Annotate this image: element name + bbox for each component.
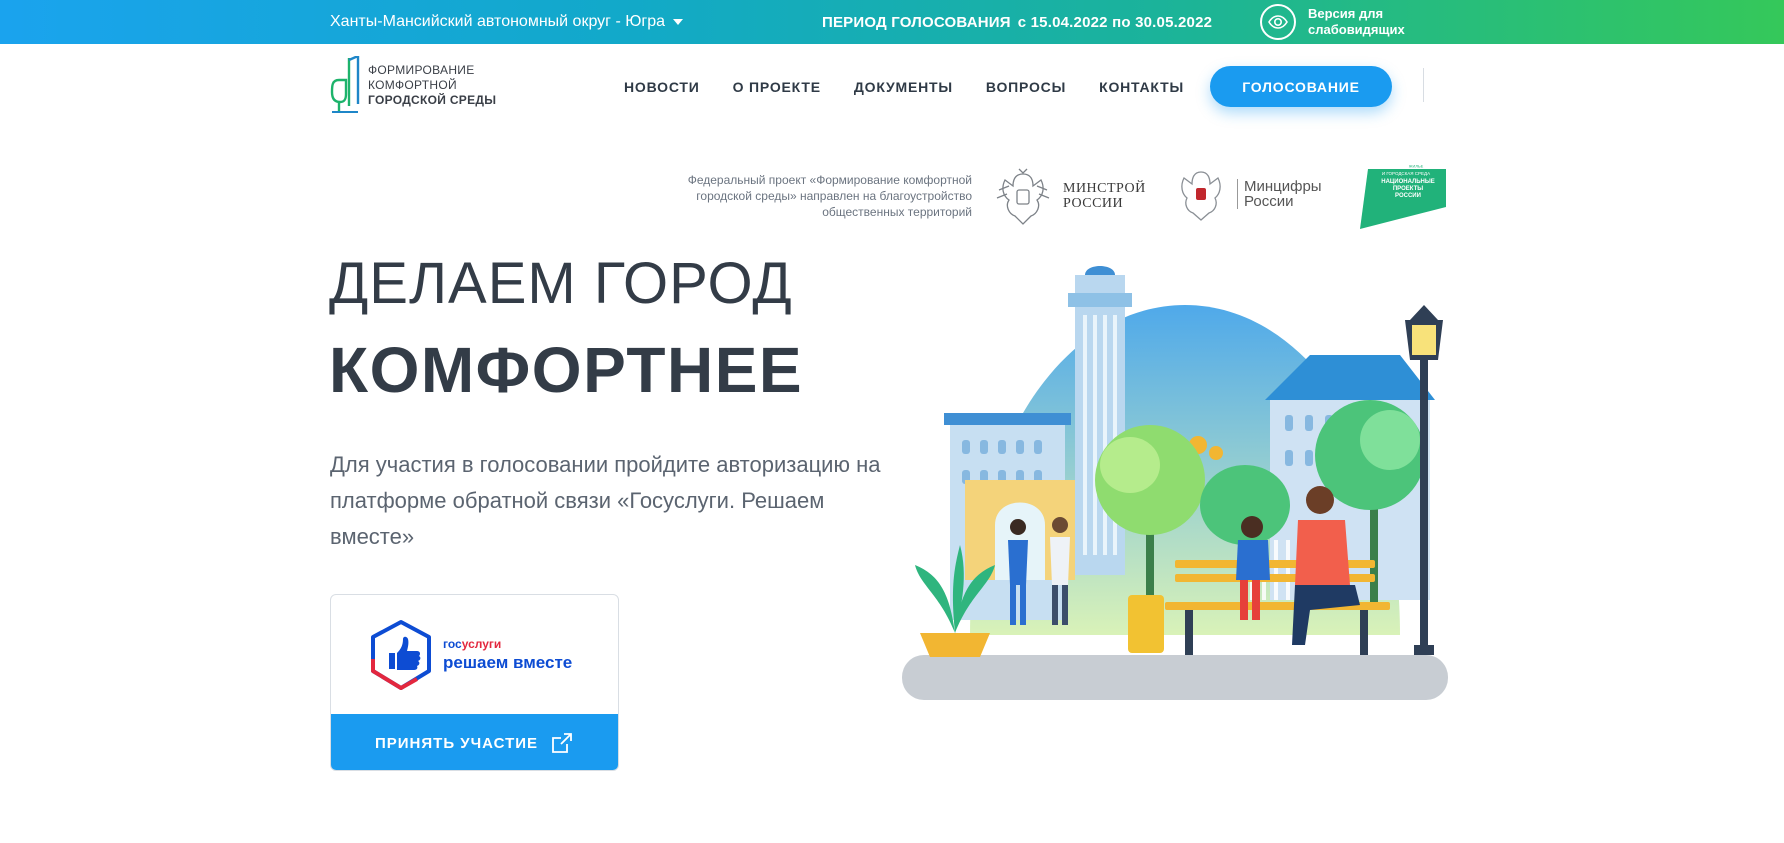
nav-item-questions[interactable]: ВОПРОСЫ — [986, 79, 1066, 95]
accessibility-label-line1: Версия для — [1308, 6, 1384, 21]
gosuslugi-tagline: решаем вместе — [443, 653, 573, 672]
coat-of-arms-icon — [996, 168, 1050, 225]
mincifry-line-1: Минцифры — [1244, 178, 1322, 195]
gosuslugi-brand-part2: услуги — [461, 637, 502, 651]
hero-title-line2: КОМФОРТНЕЕ — [329, 334, 804, 406]
gosuslugi-brand-part1: гос — [443, 637, 462, 651]
mincifry-logo[interactable]: Минцифры России — [1175, 166, 1322, 222]
accessibility-label-line2: слабовидящих — [1308, 22, 1405, 37]
minstroy-label: МИНСТРОЙ РОССИИ — [1063, 181, 1146, 211]
hero-description: Для участия в голосовании пройдите автор… — [330, 452, 881, 549]
gosuslugi-brand: госуслуги — [443, 637, 501, 651]
site-header: ФОРМИРОВАНИЕ КОМФОРТНОЙ ГОРОДСКОЙ СРЕДЫ … — [0, 44, 1784, 129]
federal-project-description: Федеральный проект «Формирование комфорт… — [687, 173, 972, 219]
participate-button-label: ПРИНЯТЬ УЧАСТИЕ — [374, 734, 539, 752]
nav-item-news[interactable]: НОВОСТИ — [624, 79, 700, 95]
minstroy-logo[interactable]: МИНСТРОЙ РОССИИ — [995, 166, 1146, 226]
header-divider — [1423, 68, 1424, 102]
np-line-4: ПРОЕКТЫ — [1393, 186, 1423, 192]
chevron-down-icon — [673, 19, 684, 25]
mincifry-line-2: России — [1244, 193, 1294, 210]
minstroy-line-1: МИНСТРОЙ — [1063, 181, 1146, 196]
thumbs-up-icon — [371, 620, 431, 690]
logo-line-1: ФОРМИРОВАНИЕ — [368, 62, 475, 77]
np-line-3: НАЦИОНАЛЬНЫЕ — [1381, 179, 1435, 185]
top-bar: Ханты-Мансийский автономный округ - Югра… — [0, 0, 1784, 44]
city-park-illustration — [902, 266, 1448, 700]
coat-of-arms-icon — [1181, 171, 1221, 221]
nav-item-about[interactable]: О ПРОЕКТЕ — [733, 79, 821, 95]
logo-mark-icon — [330, 56, 360, 113]
voting-period: ПЕРИОД ГОЛОСОВАНИЯ с 15.04.2022 по 30.05… — [822, 0, 1212, 44]
national-projects-badge-icon: ЖИЛЬЕ И ГОРОДСКАЯ СРЕДА НАЦИОНАЛЬНЫЕ ПРО… — [1360, 164, 1446, 229]
hero-title-line1: ДЕЛАЕМ ГОРОД — [329, 251, 793, 316]
national-projects-logo[interactable]: ЖИЛЬЕ И ГОРОДСКАЯ СРЕДА НАЦИОНАЛЬНЫЕ ПРО… — [1356, 163, 1448, 231]
logo-line-2: КОМФОРТНОЙ — [368, 77, 457, 92]
main-nav: НОВОСТИ О ПРОЕКТЕ ДОКУМЕНТЫ ВОПРОСЫ КОНТ… — [624, 44, 1217, 129]
region-label: Ханты-Мансийский автономный округ - Югра — [330, 13, 666, 30]
minstroy-line-2: РОССИИ — [1063, 196, 1124, 211]
site-logo[interactable]: ФОРМИРОВАНИЕ КОМФОРТНОЙ ГОРОДСКОЙ СРЕДЫ — [330, 56, 496, 114]
external-link-icon — [552, 733, 572, 753]
np-line-2: И ГОРОДСКАЯ СРЕДА — [1382, 171, 1430, 176]
logo-text: ФОРМИРОВАНИЕ КОМФОРТНОЙ ГОРОДСКОЙ СРЕДЫ — [368, 63, 496, 108]
region-selector[interactable]: Ханты-Мансийский автономный округ - Югра — [330, 0, 684, 44]
participate-button[interactable]: ПРИНЯТЬ УЧАСТИЕ — [331, 714, 618, 770]
voting-button[interactable]: ГОЛОСОВАНИЕ — [1210, 66, 1392, 107]
nav-item-contacts[interactable]: КОНТАКТЫ — [1099, 79, 1184, 95]
eye-icon — [1260, 4, 1296, 40]
gosuslugi-card: госуслуги решаем вместе ПРИНЯТЬ УЧАСТИЕ — [330, 594, 619, 771]
accessibility-label: Версия для слабовидящих — [1308, 6, 1418, 38]
logo-line-3: ГОРОДСКОЙ СРЕДЫ — [368, 92, 497, 107]
nav-item-documents[interactable]: ДОКУМЕНТЫ — [854, 79, 953, 95]
gosuslugi-card-logo-area: госуслуги решаем вместе — [331, 595, 618, 714]
voting-period-label: ПЕРИОД ГОЛОСОВАНИЯ — [822, 13, 1011, 31]
np-line-1: ЖИЛЬЕ — [1409, 164, 1424, 169]
accessibility-version-link[interactable]: Версия для слабовидящих — [1260, 0, 1418, 44]
np-line-5: РОССИИ — [1395, 193, 1421, 199]
mincifry-label: Минцифры России — [1237, 179, 1322, 209]
voting-period-dates: с 15.04.2022 по 30.05.2022 — [1017, 13, 1213, 31]
